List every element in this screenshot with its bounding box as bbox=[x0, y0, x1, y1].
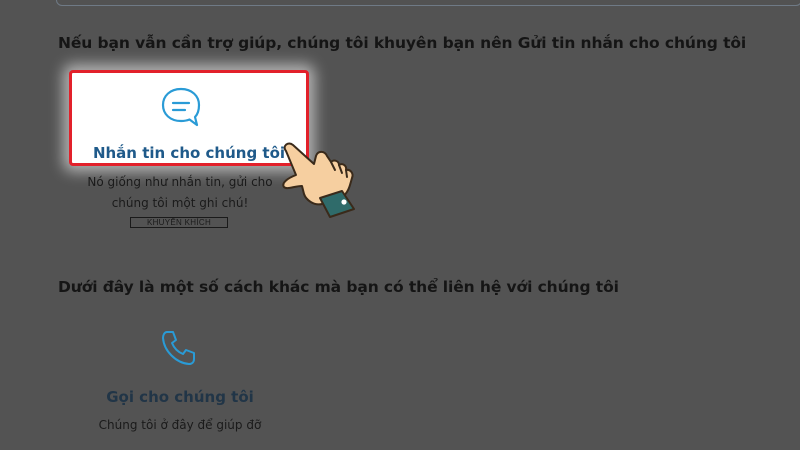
phone-icon[interactable] bbox=[158, 327, 200, 369]
message-section-heading: Nếu bạn vẫn cần trợ giúp, chúng tôi khuy… bbox=[58, 34, 747, 52]
message-description-line1: Nó giống như nhắn tin, gửi cho bbox=[87, 175, 273, 189]
message-description-line2: chúng tôi một ghi chú! bbox=[111, 196, 249, 210]
call-us-link[interactable]: Gọi cho chúng tôi bbox=[60, 388, 300, 406]
message-us-label: Nhắn tin cho chúng tôi bbox=[92, 144, 286, 162]
pointing-hand-icon bbox=[282, 142, 355, 218]
message-us-button[interactable]: Nhắn tin cho chúng tôi bbox=[69, 70, 309, 166]
call-us-description: Chúng tôi ở đây để giúp đỡ bbox=[98, 418, 262, 432]
chat-bubble-icon bbox=[161, 87, 201, 127]
previous-section-card bbox=[56, 0, 800, 6]
recommended-badge: KHUYẾN KHÍCH bbox=[130, 217, 228, 228]
other-contact-heading: Dưới đây là một số cách khác mà bạn có t… bbox=[58, 278, 619, 296]
